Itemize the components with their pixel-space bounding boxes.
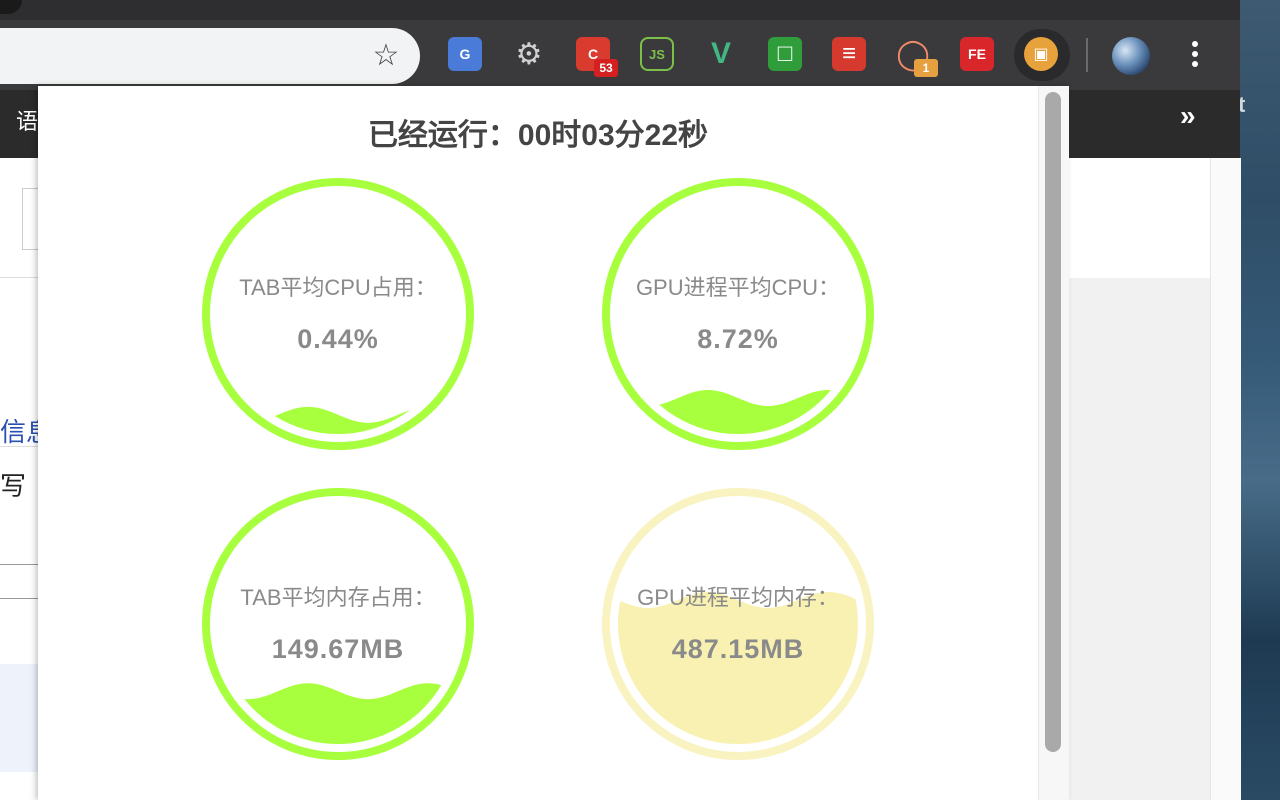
popup-scrollbar-thumb[interactable] <box>1045 92 1061 752</box>
gauge-liquid-fill <box>218 683 458 744</box>
toolbar-separator <box>1086 38 1088 72</box>
gauge-value: 8.72% <box>697 324 779 354</box>
gear-icon[interactable]: ⚙ <box>512 37 546 71</box>
page-highlight-row <box>0 664 40 772</box>
red-list-icon[interactable]: ≡ <box>832 37 866 71</box>
fe-helper-icon[interactable]: FE <box>960 37 994 71</box>
gauge-tab-cpu: TAB平均CPU占用： 0.44% <box>198 174 478 454</box>
gauge-label: GPU进程平均CPU： <box>635 275 841 300</box>
performance-monitor-popup: 已经运行：00时03分22秒 TAB平均CPU占用： 0.44% GPU进程平均… <box>38 86 1069 800</box>
extension-glyph: FE <box>968 46 986 62</box>
profile-avatar[interactable] <box>1112 37 1150 75</box>
extension-badge: 53 <box>594 59 618 77</box>
extension-glyph: V <box>710 37 731 70</box>
green-square-icon[interactable]: □ <box>768 37 802 71</box>
gauge-gpu-memory-graphic <box>602 488 874 760</box>
browser-tab-strip <box>0 0 1240 20</box>
gauge-gpu-cpu: GPU进程平均CPU： 8.72% <box>598 174 878 454</box>
c-extension-icon[interactable]: C 53 <box>576 37 618 77</box>
page-divider <box>0 598 40 599</box>
extension-glyph: □ <box>777 40 793 67</box>
gauge-liquid-fill <box>618 592 858 744</box>
gauge-label: GPU进程平均内存： <box>637 585 839 610</box>
page-divider <box>0 564 40 565</box>
page-nav-item[interactable]: 语 <box>16 104 38 136</box>
browser-toolbar: ☆ G ⚙ C 53 JS V □ ≡ ◯ 1 FE ▣ <box>0 20 1240 90</box>
gauge-gpu-cpu-graphic <box>602 178 874 450</box>
gauge-liquid-fill <box>218 406 458 434</box>
gauge-value: 487.15MB <box>671 634 805 664</box>
page-nav-more-icon[interactable]: » <box>1180 100 1196 132</box>
bookmark-star-icon[interactable]: ☆ <box>368 38 404 74</box>
gauge-tab-cpu-graphic <box>202 178 474 450</box>
extension-badge: 1 <box>914 59 938 77</box>
gauge-value: 149.67MB <box>271 634 405 664</box>
browser-menu-icon[interactable] <box>1180 37 1210 75</box>
gauge-tab-memory-graphic <box>202 488 474 760</box>
vue-devtools-icon[interactable]: V <box>704 37 738 71</box>
desktop-wallpaper <box>1240 0 1280 800</box>
extension-glyph: ≡ <box>841 40 856 67</box>
gauge-value: 0.44% <box>297 324 379 354</box>
gauge-label: TAB平均内存占用： <box>240 585 436 610</box>
gauge-ring <box>202 178 474 450</box>
google-translate-icon[interactable]: G <box>448 37 482 71</box>
gauge-tab-memory: TAB平均内存占用： 149.67MB <box>198 484 478 764</box>
extension-glyph: JS <box>649 46 665 62</box>
extension-glyph: ⚙ <box>515 37 543 71</box>
page-side-panel <box>1068 278 1210 800</box>
page-scrollbar[interactable] <box>1210 158 1241 800</box>
gauge-label: TAB平均CPU占用： <box>239 275 437 300</box>
gauge-gpu-memory: GPU进程平均内存： 487.15MB <box>598 484 878 764</box>
nodejs-icon[interactable]: JS <box>640 37 674 71</box>
orange-ring-icon[interactable]: ◯ 1 <box>896 37 938 77</box>
page-divider <box>0 277 40 278</box>
address-bar[interactable]: ☆ <box>0 28 420 84</box>
page-body-text: 写 <box>0 471 27 501</box>
page-divider <box>0 446 40 447</box>
extension-glyph: ▣ <box>1033 46 1049 63</box>
extension-glyph: G <box>459 46 471 62</box>
monitor-extension-icon[interactable]: ▣ <box>1024 37 1058 71</box>
uptime-title: 已经运行：00时03分22秒 <box>367 119 709 152</box>
